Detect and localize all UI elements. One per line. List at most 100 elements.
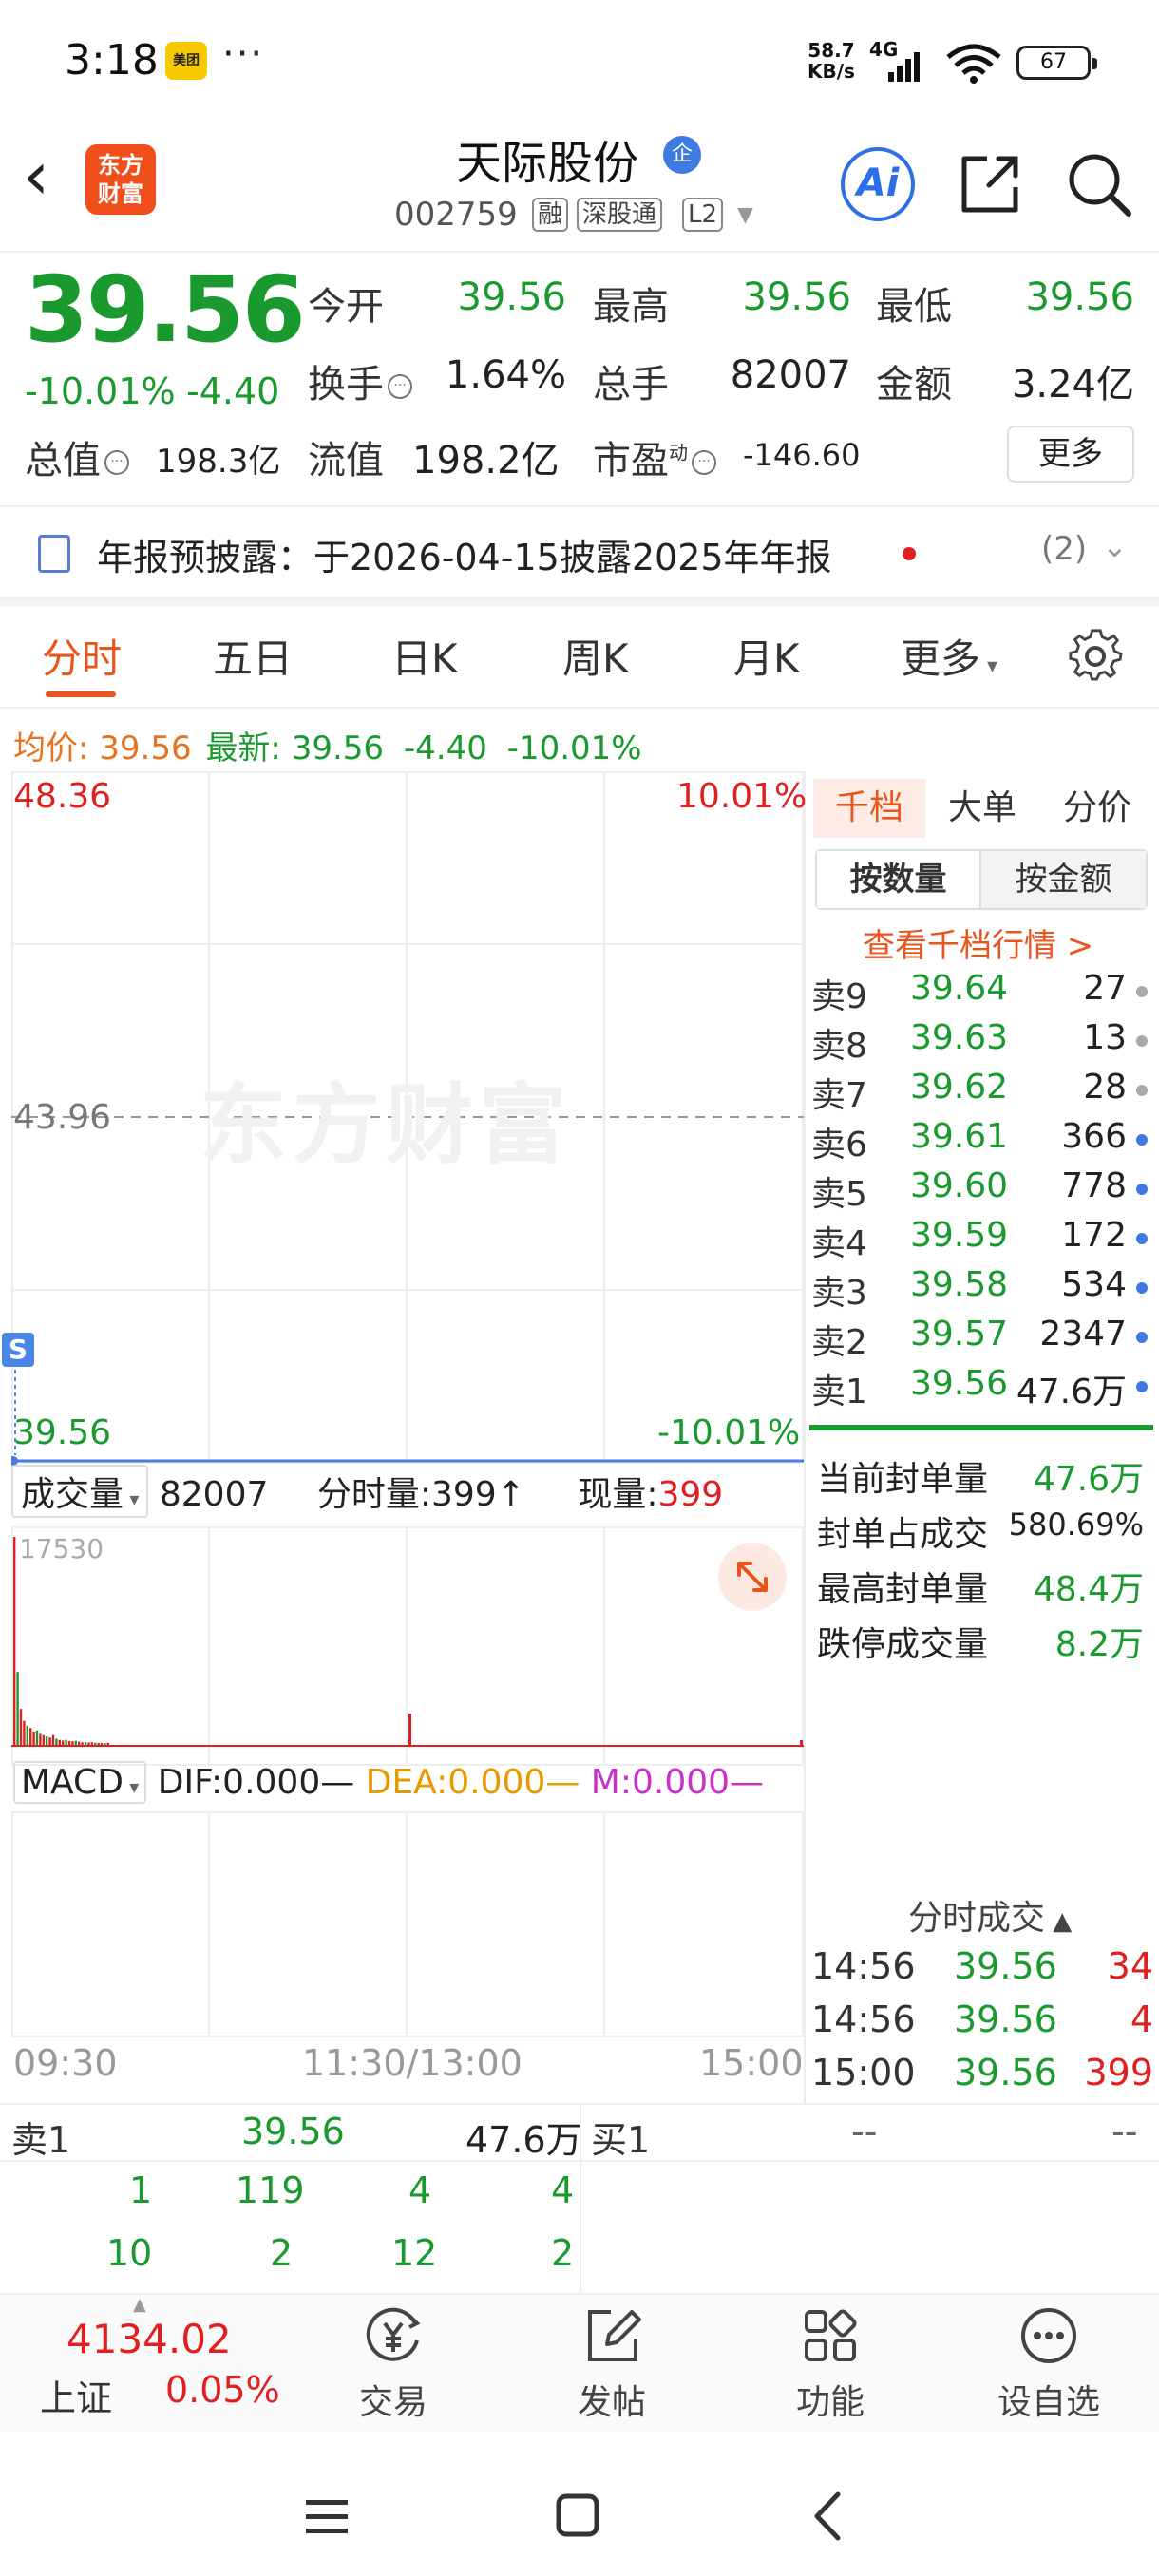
status-dot-icon — [1136, 986, 1148, 997]
stat-row: 最高封单量 48.4万 — [817, 1562, 1150, 1611]
by-quantity-option[interactable]: 按数量 — [817, 851, 981, 908]
volume-bar — [23, 1720, 26, 1746]
tab-more[interactable]: 更多 ▾ — [901, 627, 998, 685]
announcement-text[interactable]: 年报预披露：于2026-04-15披露2025年年报 — [97, 528, 832, 580]
level-label: 卖2 — [811, 1323, 867, 1362]
trade-price: 39.56 — [954, 2052, 1057, 2093]
index-name[interactable]: 上证 — [40, 2369, 112, 2421]
level-price: 39.62 — [910, 1068, 1009, 1107]
price-axis-top: 48.36 — [13, 777, 112, 816]
more-button[interactable]: 更多 — [1007, 426, 1134, 483]
high-value: 39.56 — [742, 275, 851, 319]
eastmoney-logo[interactable]: 东方 财富 — [86, 144, 156, 215]
level-price: 39.56 — [910, 1364, 1009, 1403]
search-icon[interactable] — [1062, 147, 1134, 219]
nav-trade[interactable]: 交易 — [327, 2302, 460, 2424]
caret-down-icon: ▾ — [980, 654, 998, 678]
orderbook-row[interactable]: 卖6 39.61 366 — [811, 1117, 1153, 1166]
divider — [0, 251, 1159, 253]
nav-post[interactable]: 发帖 — [545, 2302, 678, 2424]
change-amount: -4.40 — [186, 370, 280, 412]
volume-bar — [55, 1738, 58, 1746]
orderbook-row[interactable]: 卖7 39.62 28 — [811, 1068, 1153, 1117]
more-notifications-icon: ··· — [222, 32, 265, 76]
watermark: 东方财富 — [200, 1074, 573, 1176]
index-value[interactable]: 4134.02 — [66, 2316, 232, 2362]
volume-indicator-select[interactable]: 成交量 ▾ — [11, 1465, 149, 1518]
ai-assistant-button[interactable]: Ai — [841, 147, 915, 221]
volume-bar — [51, 1734, 55, 1746]
info-icon[interactable]: ··· — [692, 450, 716, 475]
orderbook-row[interactable]: 卖9 39.64 27 — [811, 969, 1153, 1018]
price-axis-bottom: 39.56 — [13, 1413, 112, 1452]
meituan-notification-icon: 美团 — [165, 42, 207, 80]
chevron-down-icon[interactable]: ⌄ — [1102, 528, 1128, 564]
by-amount-option[interactable]: 按金额 — [981, 851, 1146, 908]
tab-price-distribution[interactable]: 分价 — [1039, 779, 1155, 838]
sell1-volume: 47.6万 — [466, 2119, 582, 2161]
share-icon[interactable] — [955, 147, 1027, 219]
level-price: 39.64 — [910, 969, 1009, 1008]
level-price: 39.57 — [910, 1315, 1009, 1354]
average-price-line: 均价: 39.56 最新: 39.56 -4.40 -10.01% — [13, 729, 642, 767]
tab-monthly-k[interactable]: 月K — [733, 627, 800, 685]
tab-intraday[interactable]: 分时 — [42, 627, 122, 685]
pct-axis-top: 10.01% — [676, 777, 808, 816]
signal-icon — [888, 52, 920, 82]
tab-weekly-k[interactable]: 周K — [562, 627, 629, 685]
level-price: 39.60 — [910, 1166, 1009, 1205]
stock-name: 天际股份 — [456, 137, 639, 190]
stat-label: 跌停成交量 — [817, 1625, 989, 1664]
system-navigation-bar — [0, 2432, 1159, 2576]
battery-icon: 67 — [1016, 46, 1097, 80]
view-thousand-levels-link[interactable]: 查看千档行情 > — [863, 919, 1093, 966]
orderbook-row[interactable]: 卖8 39.63 13 — [811, 1018, 1153, 1068]
edit-icon — [588, 2310, 641, 2361]
orderbook-row[interactable]: 卖3 39.58 534 — [811, 1265, 1153, 1315]
queue-cell: 2 — [551, 2232, 575, 2274]
announcement-count[interactable]: (2) — [1041, 530, 1087, 568]
level-label: 卖5 — [811, 1175, 867, 1214]
orderbook-row[interactable]: 卖5 39.60 778 — [811, 1166, 1153, 1216]
expand-icon[interactable] — [718, 1543, 787, 1611]
menu-icon[interactable] — [304, 2496, 352, 2538]
tab-daily-k[interactable]: 日K — [391, 627, 458, 685]
chevron-up-icon[interactable]: ▲ — [133, 2295, 146, 2315]
volume-axis-max: 17530 — [19, 1533, 104, 1564]
level-volume: 366 — [1061, 1117, 1127, 1156]
back-icon[interactable]: ‹ — [23, 142, 49, 209]
tab-thousand-levels[interactable]: 千档 — [813, 779, 925, 838]
nav-add-watchlist[interactable]: 设自选 — [982, 2302, 1115, 2424]
gear-icon[interactable] — [1068, 627, 1125, 684]
volume-bar — [32, 1731, 35, 1746]
index-change[interactable]: 0.05% — [165, 2369, 280, 2411]
tag-margin: 融 — [532, 198, 569, 232]
stock-code: 002759 — [394, 196, 518, 234]
change-percent: -10.01% — [25, 370, 176, 412]
macd-indicator-select[interactable]: MACD ▾ — [13, 1761, 147, 1804]
tab-five-day[interactable]: 五日 — [213, 627, 293, 685]
orderbook-row[interactable]: 卖1 39.56 47.6万 — [811, 1364, 1153, 1413]
level-label: 卖4 — [811, 1224, 867, 1263]
buy1-label: 买1 — [591, 2119, 651, 2161]
chevron-down-icon[interactable]: ▼ — [737, 203, 753, 227]
turnover-value: 1.64% — [445, 353, 566, 397]
home-icon[interactable] — [555, 2492, 602, 2540]
volume-bar — [39, 1733, 42, 1746]
orderbook-row[interactable]: 卖2 39.57 2347 — [811, 1315, 1153, 1364]
market-cap-value: 198.3亿 — [156, 443, 281, 481]
volume-bar — [26, 1725, 28, 1746]
back-nav-icon[interactable] — [809, 2491, 847, 2542]
volume-header: 成交量 ▾ 82007 分时量:399↑ 现量:399 — [11, 1465, 723, 1518]
sell-signal-badge[interactable]: S — [2, 1333, 34, 1367]
info-icon[interactable]: ··· — [104, 450, 129, 475]
nav-functions[interactable]: 功能 — [764, 2302, 897, 2424]
tab-big-orders[interactable]: 大单 — [925, 779, 1039, 838]
tick-trades-header[interactable]: 分时成交 ▲ — [908, 1890, 1072, 1940]
level-price: 39.58 — [910, 1265, 1009, 1304]
orderbook-row[interactable]: 卖4 39.59 172 — [811, 1216, 1153, 1265]
volume-bar — [13, 1537, 16, 1746]
level-volume: 27 — [1083, 969, 1127, 1008]
info-icon[interactable]: ··· — [388, 374, 412, 399]
caret-down-icon: ▾ — [123, 1775, 140, 1798]
